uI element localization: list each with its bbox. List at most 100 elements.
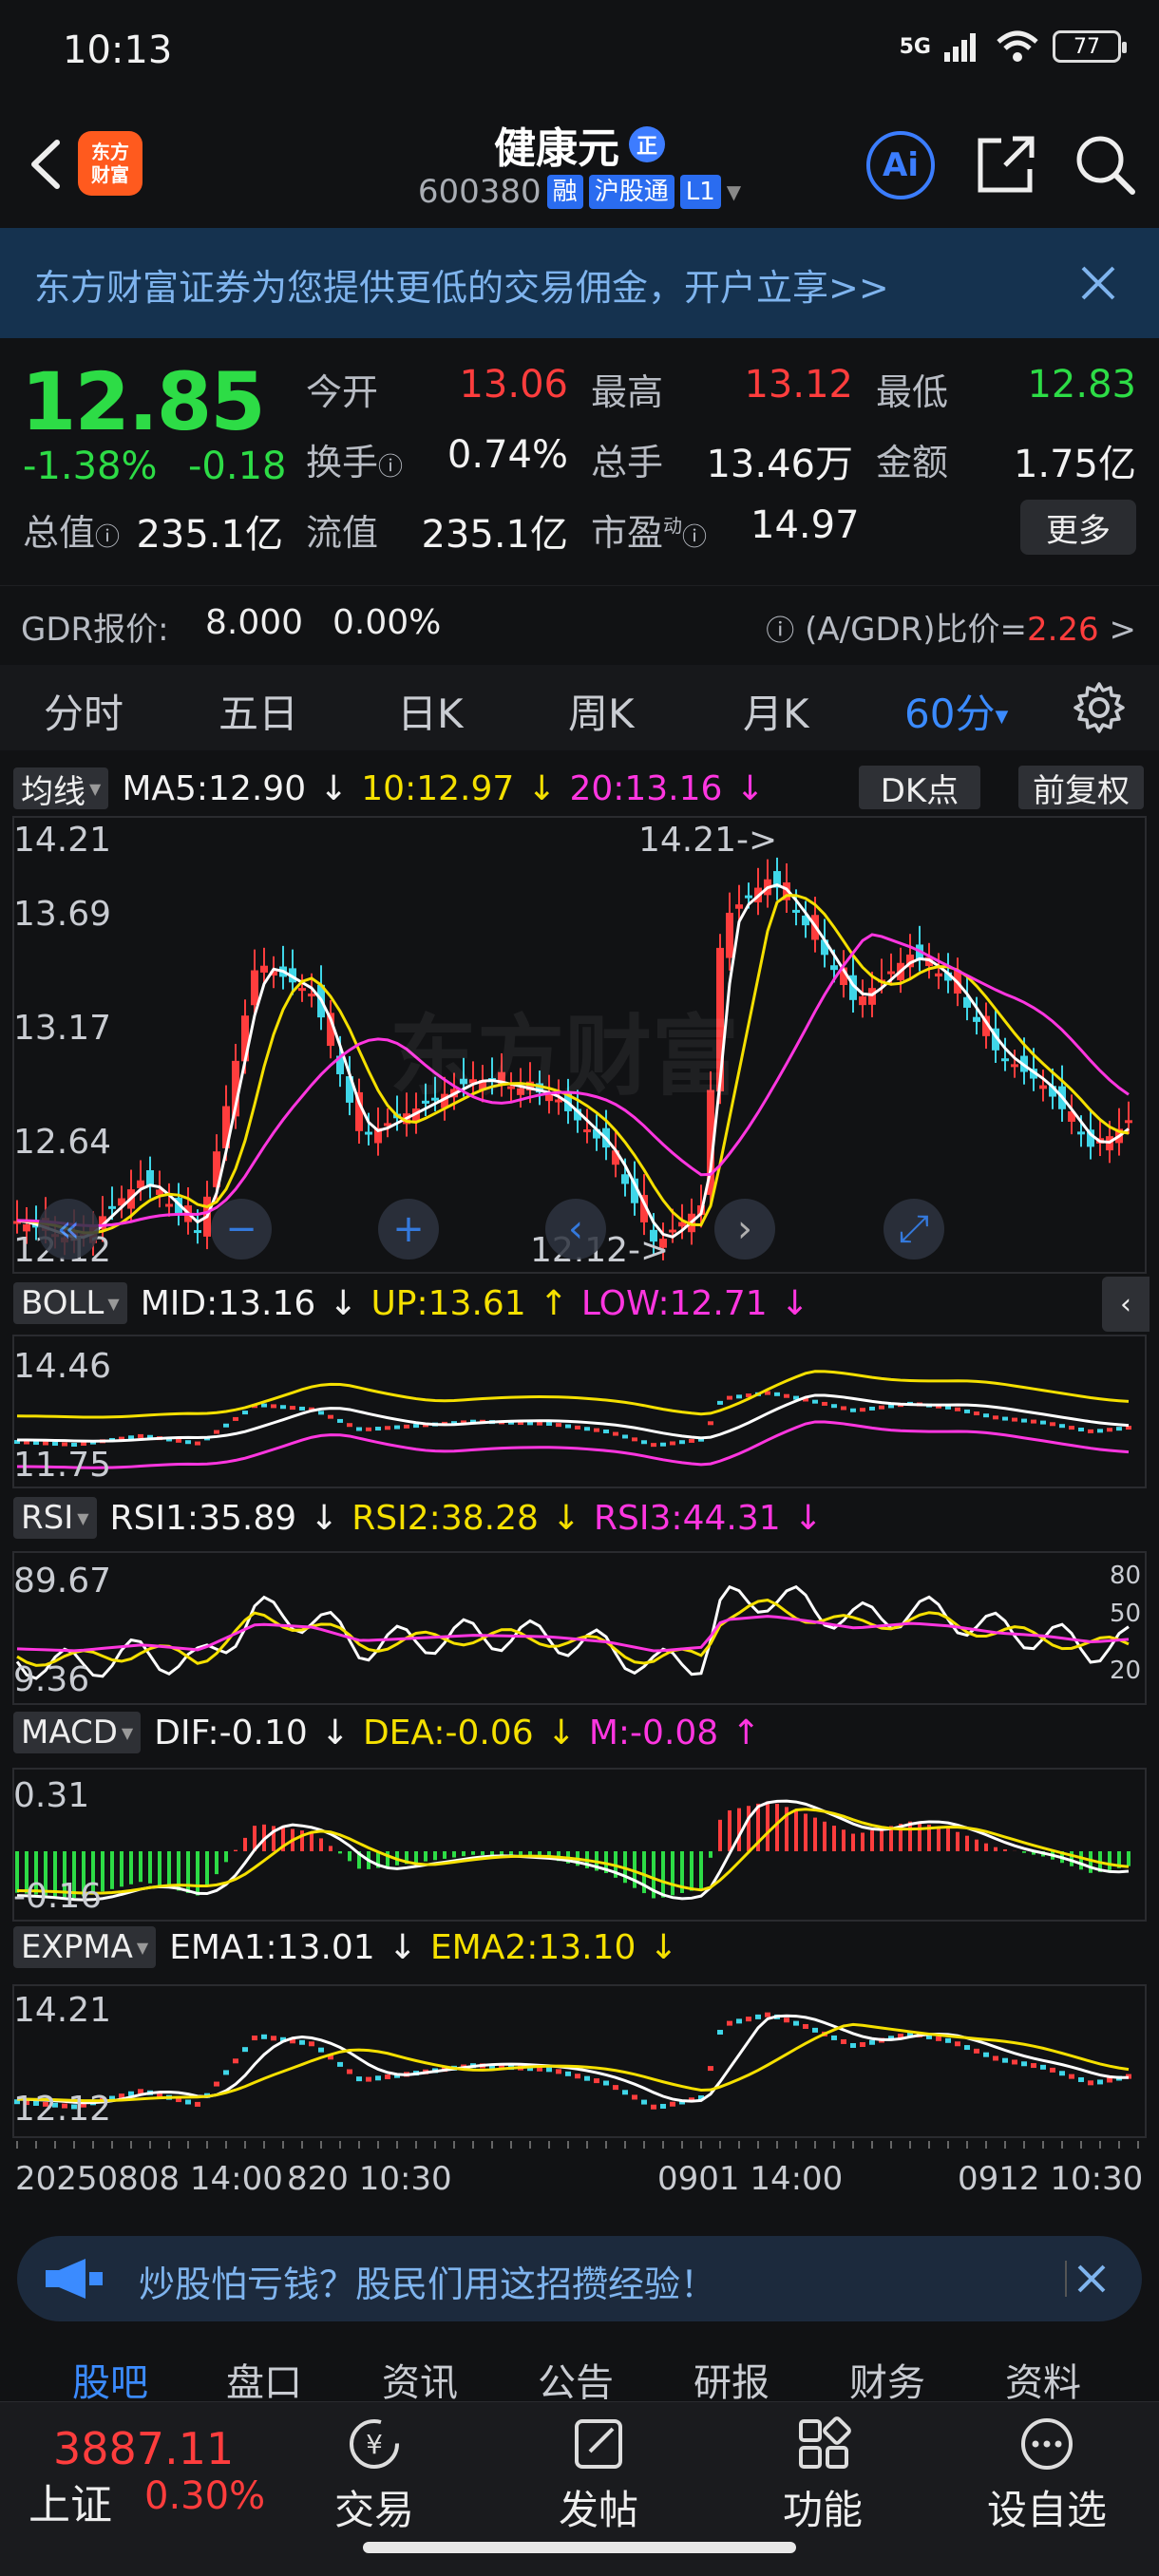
macd-bar [158,1851,162,1886]
boll-candle [860,1408,865,1412]
tab-day-k[interactable]: 日K [397,682,464,740]
fullscreen-icon[interactable]: ⤢ [884,1199,944,1260]
index-pct[interactable]: 0.30% [144,2474,265,2518]
expma-candle [793,2020,799,2026]
ai-button[interactable]: Ai [866,131,935,199]
boll-candle [185,1440,191,1445]
rsi-indicator-label: RSI [21,1499,74,1537]
tab-guba[interactable]: 股吧 [72,2352,148,2407]
tab-five-day[interactable]: 五日 [218,682,298,740]
macd-bar [775,1803,779,1851]
nav-watchlist[interactable]: 设自选 [971,2415,1123,2536]
candle-body [1001,1058,1009,1062]
tab-research[interactable]: 研报 [694,2352,770,2407]
nav-trade[interactable]: ¥ 交易 [298,2415,450,2536]
nav-post[interactable]: 发帖 [522,2415,674,2536]
change-pct: -1.38% [23,445,158,488]
index-name[interactable]: 上证 [28,2471,112,2531]
macd-bar [348,1851,352,1862]
info-icon: ⓘ [95,523,121,552]
tag-hugutong: 沪股通 [588,175,674,209]
nav-functions[interactable]: 功能 [747,2415,899,2536]
pe-label[interactable]: 市盈动ⓘ [591,503,707,556]
gdr-ratio[interactable]: ⓘ (A/GDR)比价=2.26 > [766,603,1136,650]
search-icon[interactable] [1072,131,1138,198]
expma-candle [223,2070,229,2075]
promo-banner[interactable]: 东方财富证券为您提供更低的交易佣金，开户立享>> [0,228,1159,338]
arrow-down-icon: ↓ [320,1713,350,1752]
macd-legend: MACD ▼ DIF:-0.10 ↓ DEA:-0.06 ↓ M:-0.08 ↑ [13,1710,760,1755]
macd-bar [1022,1851,1026,1853]
y-label-main-2: 13.17 [13,1009,112,1048]
close-icon[interactable] [1072,256,1125,310]
close-icon[interactable] [1064,2255,1112,2302]
y-label-boll-1: 11.75 [13,1446,112,1485]
tab-month-k[interactable]: 月K [743,682,809,740]
macd-bar [243,1837,247,1851]
megaphone-icon [46,2259,103,2299]
stock-name: 健康元 [494,124,619,173]
boll-candle [632,1437,637,1442]
tab-announcements[interactable]: 公告 [538,2352,614,2407]
more-button[interactable]: 更多 [1020,500,1136,555]
promo-text[interactable]: 炒股怕亏钱？股民们用这招攒经验！ [139,2255,716,2307]
expma-candle [1059,2071,1065,2076]
expma-candle [1069,2074,1074,2079]
macd-bar [462,1851,466,1857]
tab-week-k[interactable]: 周K [568,682,635,740]
tab-60min[interactable]: 60分▼ [904,682,1008,740]
boll-candle [1116,1427,1122,1431]
rsi-indicator-select[interactable]: RSI ▼ [13,1497,97,1539]
boll-candle [195,1441,200,1446]
boll-indicator-select[interactable]: BOLL ▼ [13,1282,127,1324]
arrow-down-icon: ↓ [310,1498,339,1538]
tab-news[interactable]: 资讯 [382,2352,458,2407]
banner-text[interactable]: 东方财富证券为您提供更低的交易佣金，开户立享>> [34,258,889,311]
kline-chart[interactable] [0,760,1159,2204]
macd-bar [984,1843,988,1851]
rsi-legend: RSI ▼ RSI1:35.89 ↓ RSI2:38.28 ↓ RSI3:44.31 ↓ [13,1495,823,1541]
boll-candle [1069,1426,1074,1430]
date-label-0: 20250808 14:00 [15,2160,283,2198]
macd-bar [747,1806,750,1851]
expma-candle [812,2027,818,2033]
share-icon[interactable] [973,131,1039,198]
zoom-in-icon[interactable]: + [378,1199,439,1260]
expma-legend: EXPMA ▼ EMA1:13.01 ↓ EMA2:13.10 ↓ [13,1924,678,1970]
float-value: 235.1亿 [421,513,568,557]
boll-candle [955,1407,960,1411]
mktcap-label-text: 总值 [23,512,96,554]
expma-candle [584,2075,590,2081]
tab-pankou[interactable]: 盘口 [226,2352,302,2407]
macd-indicator-select[interactable]: MACD ▼ [13,1712,142,1753]
gdr-row[interactable]: GDR报价: 8.000 0.00% ⓘ (A/GDR)比价=2.26 > [0,585,1159,661]
prev-icon[interactable]: ‹ [545,1199,606,1260]
collapse-panel-icon[interactable]: ‹ [1102,1277,1150,1332]
index-value[interactable]: 3887.11 [53,2423,234,2474]
tab-profile[interactable]: 资料 [1005,2352,1081,2407]
macd-bar [709,1851,712,1858]
candle-body [108,1205,116,1209]
expma-candle [670,2101,675,2107]
expma-indicator-select[interactable]: EXPMA ▼ [13,1926,157,1968]
expma-candle [755,2014,761,2019]
turnover-label[interactable]: 换手ⓘ [306,433,403,485]
promo-bar[interactable]: 炒股怕亏钱？股民们用这招攒经验！ [17,2236,1142,2321]
next-icon[interactable]: › [714,1199,775,1260]
macd-bar [1127,1851,1130,1866]
macd-bar [329,1846,332,1851]
zoom-out-icon[interactable]: − [211,1199,272,1260]
mktcap-label[interactable]: 总值ⓘ [23,503,120,556]
scroll-left-icon[interactable]: « [38,1199,99,1260]
tab-fenshi[interactable]: 分时 [44,682,124,740]
tab-finance[interactable]: 财务 [849,2352,925,2407]
expma-candle [309,2041,314,2047]
candle-body [973,1016,980,1022]
macd-bar [718,1819,722,1851]
macd-bar [813,1817,817,1851]
boll-candle [993,1415,998,1420]
boll-up-line [16,1370,1130,1419]
gear-icon[interactable] [1072,680,1127,735]
macd-bar [937,1827,940,1851]
expma-candle [1107,2077,1112,2083]
